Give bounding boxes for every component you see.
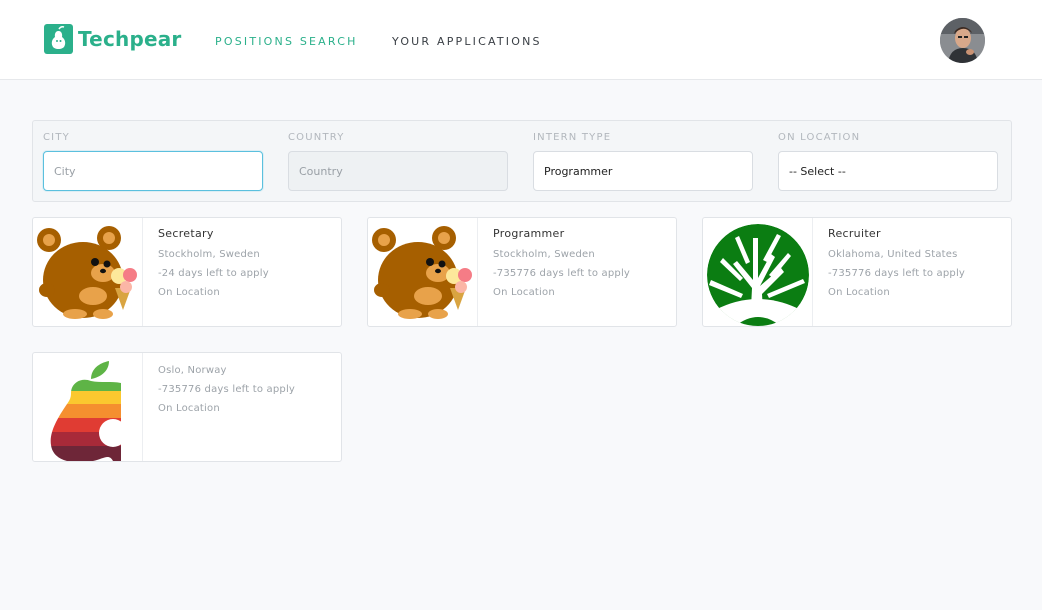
- nav-positions-search[interactable]: Positions Search: [215, 35, 358, 48]
- on-location-select[interactable]: -- Select --: [778, 151, 998, 191]
- position-card[interactable]: Recruiter Oklahoma, United States -73577…: [702, 217, 1012, 327]
- intern-type-input[interactable]: [533, 151, 753, 191]
- position-title: Secretary: [158, 227, 214, 240]
- position-location: Stockholm, Sweden: [158, 249, 260, 260]
- work-mode: On Location: [493, 287, 555, 298]
- rainbow-pear-icon: [33, 353, 143, 461]
- brand-name: Techpear: [78, 27, 182, 51]
- work-mode: On Location: [158, 403, 220, 414]
- country-label: Country: [288, 132, 345, 143]
- days-left: -735776 days left to apply: [828, 268, 966, 279]
- position-card[interactable]: Oslo, Norway -735776 days left to apply …: [32, 352, 342, 462]
- city-input[interactable]: [43, 151, 263, 191]
- days-left: -735776 days left to apply: [158, 384, 296, 395]
- brand-logo[interactable]: Techpear: [44, 24, 182, 54]
- top-navbar: Techpear Positions Search Your Applicati…: [0, 0, 1042, 80]
- on-location-label: On Location: [778, 132, 861, 143]
- days-left: -24 days left to apply: [158, 268, 269, 279]
- country-input[interactable]: [288, 151, 508, 191]
- position-location: Oslo, Norway: [158, 365, 227, 376]
- work-mode: On Location: [828, 287, 890, 298]
- on-location-selected: -- Select --: [789, 164, 846, 178]
- pear-logo-icon: [44, 24, 73, 54]
- position-title: Recruiter: [828, 227, 881, 240]
- bear-icon: [33, 218, 143, 326]
- position-title: Programmer: [493, 227, 565, 240]
- position-card[interactable]: Programmer Stockholm, Sweden -735776 day…: [367, 217, 677, 327]
- tree-icon: [703, 218, 813, 326]
- position-location: Oklahoma, United States: [828, 249, 958, 260]
- days-left: -735776 days left to apply: [493, 268, 631, 279]
- bear-icon: [368, 218, 478, 326]
- search-filters-panel: City Country Intern Type On Location -- …: [32, 120, 1012, 202]
- work-mode: On Location: [158, 287, 220, 298]
- city-label: City: [43, 132, 70, 143]
- position-location: Stockholm, Sweden: [493, 249, 595, 260]
- nav-your-applications[interactable]: Your Applications: [392, 35, 542, 48]
- user-avatar-icon[interactable]: [940, 18, 985, 63]
- intern-type-label: Intern Type: [533, 132, 612, 143]
- position-card[interactable]: Secretary Stockholm, Sweden -24 days lef…: [32, 217, 342, 327]
